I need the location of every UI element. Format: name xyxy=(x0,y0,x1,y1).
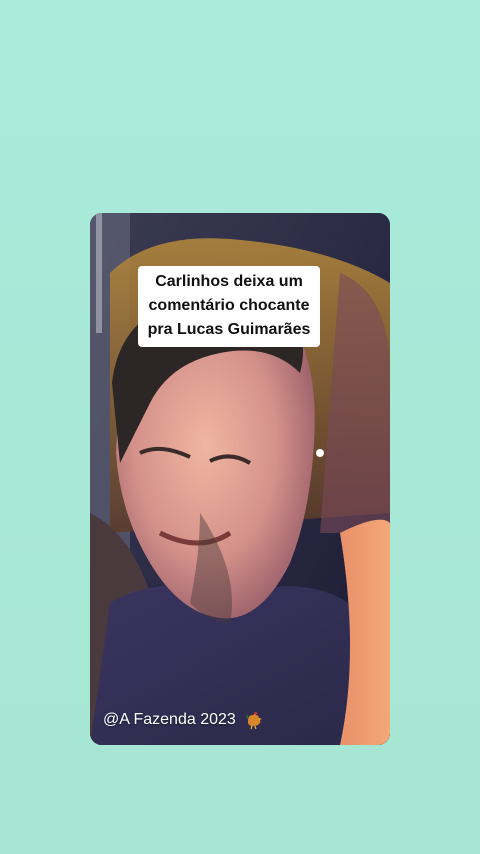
video-player[interactable]: Carlinhos deixa um comentário chocante p… xyxy=(90,213,390,745)
caption-line-2: comentário chocante xyxy=(148,297,310,314)
rooster-icon xyxy=(244,710,264,730)
page-background: Carlinhos deixa um comentário chocante p… xyxy=(0,0,480,854)
watermark-text: @A Fazenda 2023 xyxy=(103,711,236,728)
caption-line-3: pra Lucas Guimarães xyxy=(147,321,311,338)
watermark: @A Fazenda 2023 xyxy=(103,710,264,730)
caption-line-1: Carlinhos deixa um xyxy=(155,273,303,290)
video-caption: Carlinhos deixa um comentário chocante p… xyxy=(138,266,320,347)
